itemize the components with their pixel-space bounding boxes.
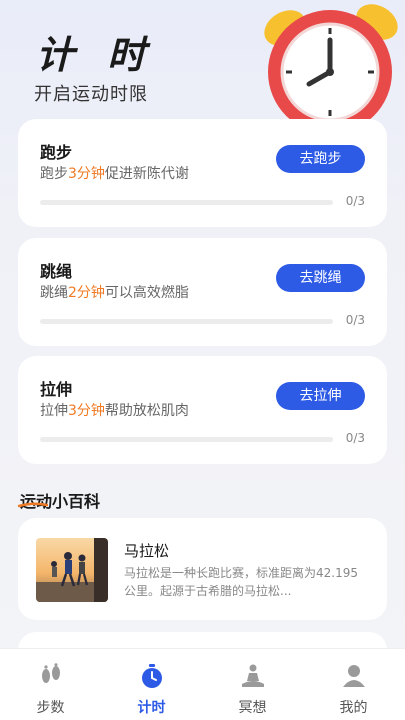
meditation-icon xyxy=(242,664,264,687)
tab-label: 我的 xyxy=(339,700,368,716)
tab-profile[interactable]: 我的 xyxy=(303,649,404,720)
stopwatch-icon xyxy=(142,664,162,688)
tab-meditation[interactable]: 冥想 xyxy=(202,649,303,720)
duration-highlight: 3分钟 xyxy=(68,403,105,419)
exercise-card-stretching: 拉伸 拉伸3分钟帮助放松肌肉 去拉伸 0/3 xyxy=(18,356,387,464)
tab-timer[interactable]: 计时 xyxy=(101,649,202,720)
duration-highlight: 3分钟 xyxy=(68,166,105,182)
exercise-card-jump-rope: 跳绳 跳绳2分钟可以高效燃脂 去跳绳 0/3 xyxy=(18,238,387,346)
go-stretching-button[interactable]: 去拉伸 xyxy=(276,382,365,410)
exercise-name: 拉伸 xyxy=(40,380,73,399)
section-title: 运动小百科 xyxy=(20,492,101,511)
exercise-name: 跳绳 xyxy=(40,262,73,281)
article-excerpt: 马拉松是一种长跑比赛，标准距离为42.195公里。起源于古希腊的马拉松... xyxy=(124,566,358,598)
page-subtitle: 开启运动时限 xyxy=(34,84,148,105)
tab-steps[interactable]: 步数 xyxy=(0,649,101,720)
progress-count: 0/3 xyxy=(345,194,365,208)
go-jump-rope-button[interactable]: 去跳绳 xyxy=(276,264,365,292)
article-title: 马拉松 xyxy=(124,542,170,560)
progress-count: 0/3 xyxy=(345,431,365,445)
exercise-name: 跑步 xyxy=(40,143,73,162)
tab-label: 冥想 xyxy=(238,700,267,716)
exercise-description: 跳绳2分钟可以高效燃脂 xyxy=(40,285,189,301)
header: 计 时 开启运动时限 xyxy=(0,0,405,130)
alarm-clock-icon xyxy=(264,4,398,130)
tab-label: 计时 xyxy=(137,700,166,716)
page-title: 计 时 xyxy=(36,32,156,77)
bottom-tab-bar: 步数 计时 冥想 我的 xyxy=(0,648,405,720)
progress-count: 0/3 xyxy=(345,313,365,327)
tab-label: 步数 xyxy=(36,700,65,716)
duration-highlight: 2分钟 xyxy=(68,285,105,301)
progress-bar xyxy=(40,437,333,442)
exercise-description: 跑步3分钟促进新陈代谢 xyxy=(40,166,189,182)
progress-bar xyxy=(40,319,333,324)
progress-bar xyxy=(40,200,333,205)
person-icon xyxy=(343,665,365,687)
exercise-description: 拉伸3分钟帮助放松肌肉 xyxy=(40,403,189,419)
footprint-icon xyxy=(42,663,60,683)
section-underline-decoration xyxy=(18,502,48,508)
marathon-thumbnail-image xyxy=(36,538,108,602)
go-running-button[interactable]: 去跑步 xyxy=(276,145,365,173)
exercise-card-running: 跑步 跑步3分钟促进新陈代谢 去跑步 0/3 xyxy=(18,119,387,227)
article-card-marathon[interactable]: 马拉松 马拉松是一种长跑比赛，标准距离为42.195公里。起源于古希腊的马拉松.… xyxy=(18,518,387,620)
